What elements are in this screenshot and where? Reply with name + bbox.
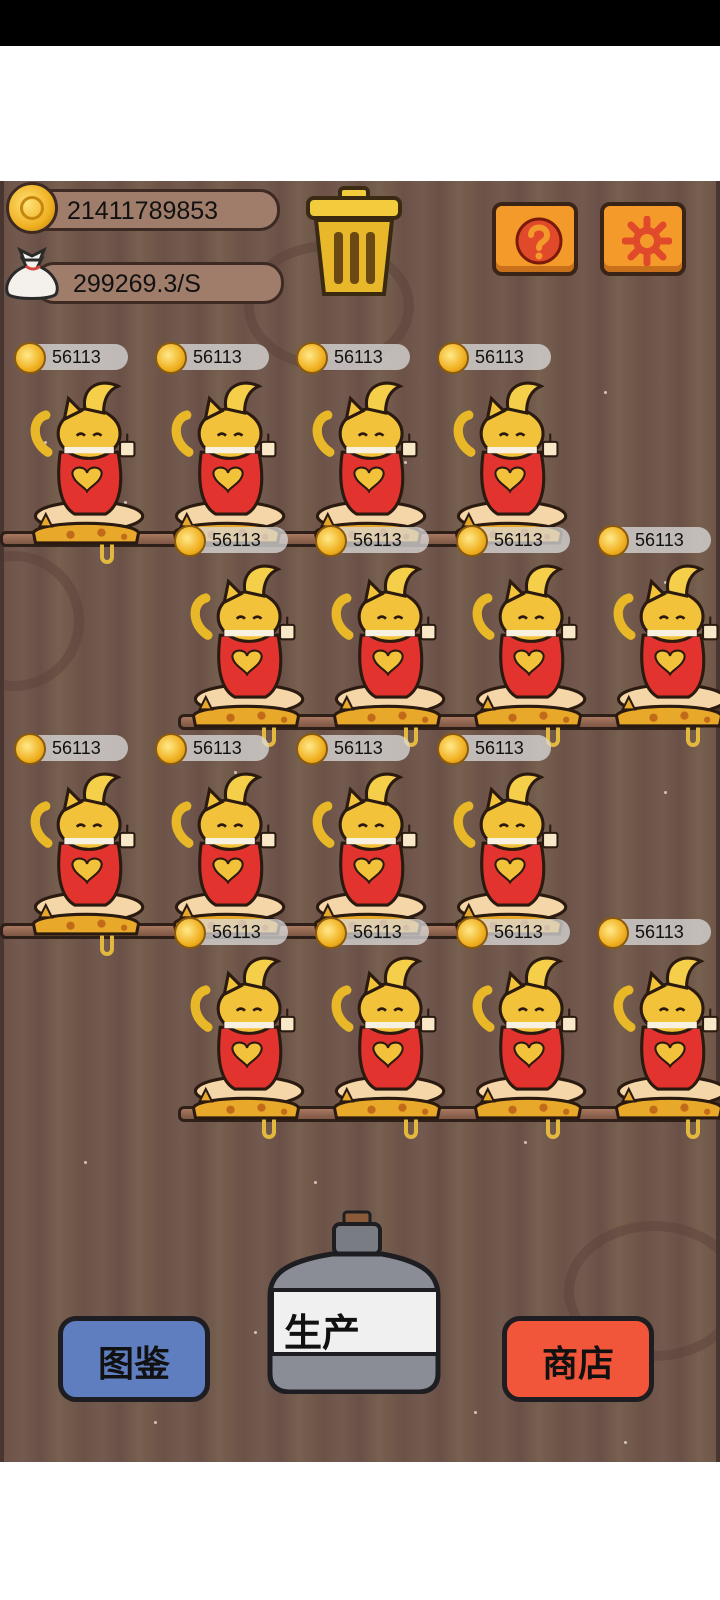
production-badge: 56113 [174,525,288,557]
production-badge: 56113 [597,917,711,949]
coin-icon [456,917,488,949]
coin-icon [437,342,469,374]
production-badge: 56113 [437,342,551,374]
cat-unit[interactable]: 56113 [437,733,579,940]
money-bag-icon [5,246,59,300]
production-badge: 56113 [296,733,410,765]
cat-unit[interactable]: 56113 [155,342,297,549]
shop-button-label: 商店 [541,1344,614,1385]
cat-unit[interactable]: 56113 [155,733,297,940]
help-button[interactable] [492,202,578,276]
lucky-cat-sprite [26,771,146,936]
lucky-cat-sprite [186,955,306,1120]
production-value: 56113 [494,922,543,942]
production-badge: 56113 [315,917,429,949]
catalog-button-label: 图鉴 [97,1344,170,1385]
production-badge: 56113 [155,342,269,374]
lucky-cat-sprite [327,563,447,728]
production-badge: 56113 [456,525,570,557]
coin-icon [597,525,629,557]
cat-unit[interactable]: 56113 [296,342,438,549]
production-badge: 56113 [456,917,570,949]
coin-icon [155,342,187,374]
cat-unit[interactable]: 56113 [296,733,438,940]
coin-icon [296,342,328,374]
production-badge: 56113 [296,342,410,374]
cat-unit[interactable]: 56113 [174,917,316,1124]
lucky-cat-sprite [167,771,287,936]
production-value: 56113 [353,530,402,550]
coin-icon [315,525,347,557]
production-value: 56113 [353,922,402,942]
lucky-cat-sprite [327,955,447,1120]
production-value: 56113 [334,347,383,367]
cat-unit[interactable]: 56113 [456,525,598,732]
coin-icon [597,917,629,949]
production-value: 56113 [475,738,524,758]
production-badge: 56113 [315,525,429,557]
coin-icon [174,917,206,949]
coin-icon [6,182,58,234]
lucky-cat-sprite [468,955,588,1120]
settings-button[interactable] [600,202,686,276]
cat-unit[interactable]: 56113 [14,342,156,549]
produce-button-label: 生产 [284,1311,361,1355]
coin-icon [315,917,347,949]
production-value: 56113 [193,347,242,367]
production-value: 56113 [635,530,684,550]
trash-can-icon[interactable] [304,186,404,298]
production-value: 56113 [334,738,383,758]
lucky-cat-sprite [186,563,306,728]
cat-unit[interactable]: 56113 [14,733,156,940]
lucky-cat-sprite [609,563,720,728]
catalog-button[interactable]: 图鉴 [58,1316,210,1402]
production-value: 56113 [635,922,684,942]
production-value: 56113 [193,738,242,758]
cat-unit[interactable]: 56113 [597,525,720,732]
production-value: 56113 [494,530,543,550]
production-value: 56113 [52,738,101,758]
cat-unit[interactable]: 56113 [315,525,457,732]
coin-icon [155,733,187,765]
coin-balance-value: 21411789853 [67,197,219,225]
lucky-cat-sprite [167,380,287,545]
gear-icon [622,216,672,266]
production-value: 56113 [52,347,101,367]
production-value: 56113 [212,922,261,942]
coin-icon [14,342,46,374]
production-value: 56113 [212,530,261,550]
coin-icon [437,733,469,765]
lucky-cat-sprite [609,955,720,1120]
production-badge: 56113 [14,733,128,765]
cat-unit[interactable]: 56113 [174,525,316,732]
cat-unit[interactable]: 56113 [597,917,720,1124]
production-badge: 56113 [437,733,551,765]
lucky-cat-sprite [468,563,588,728]
cat-unit[interactable]: 56113 [456,917,598,1124]
lucky-cat-sprite [308,771,428,936]
production-badge: 56113 [597,525,711,557]
coin-icon [14,733,46,765]
income-rate: 299269.3/S [34,262,284,304]
income-rate-value: 299269.3/S [73,270,201,298]
lucky-cat-sprite [449,380,569,545]
coin-icon [174,525,206,557]
lucky-cat-sprite [449,771,569,936]
production-value: 56113 [475,347,524,367]
production-badge: 56113 [174,917,288,949]
production-badge: 56113 [14,342,128,374]
question-mark-icon [515,217,563,265]
shop-button[interactable]: 商店 [502,1316,654,1402]
coin-icon [296,733,328,765]
cat-unit[interactable]: 56113 [315,917,457,1124]
lucky-cat-sprite [26,380,146,545]
production-badge: 56113 [155,733,269,765]
cat-unit[interactable]: 56113 [437,342,579,549]
lucky-cat-sprite [308,380,428,545]
status-bar [0,0,720,46]
coin-icon [456,525,488,557]
